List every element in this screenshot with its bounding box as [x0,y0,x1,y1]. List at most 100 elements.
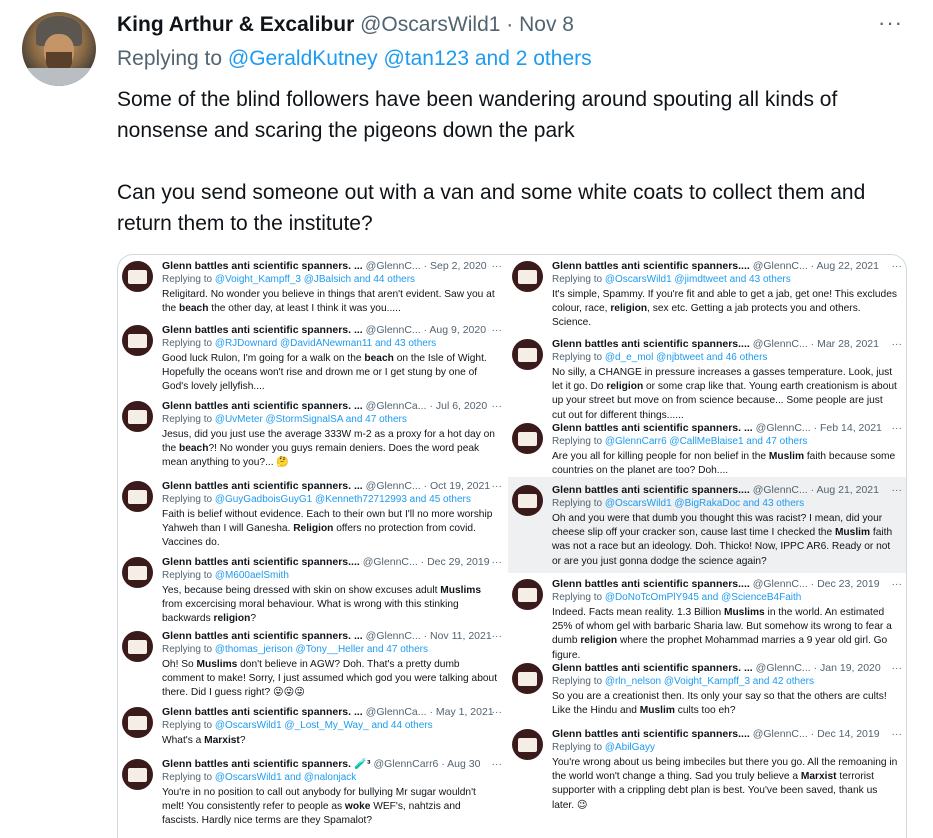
embedded-replying-prefix: Replying to [552,274,605,285]
embedded-tweet-text: It's simple, Spammy. If you're fit and a… [552,289,897,329]
embedded-date: · Aug 21, 2021 [810,484,879,496]
embedded-replying-users: @OscarsWild1 @jimdtweet and 43 others [604,274,791,285]
embedded-header: Glenn battles anti scientific spanners..… [162,555,502,569]
embedded-replying-users: @Voight_Kampff_3 @JBalsich and 44 others [214,274,416,285]
embedded-date: · Feb 14, 2021 [813,422,882,434]
embedded-author-name: Glenn battles anti scientific spanners..… [552,578,750,590]
embedded-handle: @GlennC... [752,260,808,272]
replying-to: Replying to @GeraldKutney @tan123 and 2 … [117,47,592,71]
embedded-replying-prefix: Replying to [552,742,605,753]
embedded-replying-users: @rln_nelson @Voight_Kampff_3 and 42 othe… [604,676,814,687]
embedded-tweet-text: Religitard. No wonder you believe in thi… [162,289,495,315]
embedded-date: · Nov 11, 2021 [423,630,492,642]
embedded-tweet-text: Oh and you were that dumb you thought th… [552,513,893,567]
embedded-handle: @GlennC... [362,556,418,568]
embedded-date: · Oct 19, 2021 [423,480,491,492]
embedded-author-name: Glenn battles anti scientific spanners. … [552,662,753,674]
tweet-date[interactable]: Nov 8 [519,13,574,36]
embedded-header: Glenn battles anti scientific spanners. … [162,757,502,771]
embedded-replying-to: Replying to @DoNoTcOmPlY945 and @Science… [552,591,902,605]
embedded-replying-to: Replying to @rln_nelson @Voight_Kampff_3… [552,675,902,689]
embedded-tweet-text: Oh! So Muslims don't believe in AGW? Doh… [162,659,498,699]
embedded-handle: @GlennC... [365,260,421,272]
embedded-date: · May 1, 2021 [429,706,494,718]
header-separator: · [500,13,520,36]
embedded-author-name: Glenn battles anti scientific spanners..… [552,338,750,350]
embedded-author-name: Glenn battles anti scientific spanners. … [162,480,363,492]
embedded-more-icon: ··· [891,338,903,350]
embedded-replying-to: Replying to @OscarsWild1 @_Lost_My_Way_ … [162,719,502,733]
embedded-tweet-text: What's a Marxist? [162,735,246,746]
embedded-author-name: Glenn battles anti scientific spanners. … [552,422,753,434]
embedded-tweet-text: Indeed. Facts mean reality. 1.3 Billion … [552,607,892,661]
embedded-replying-prefix: Replying to [162,772,215,783]
embedded-more-icon: ··· [491,556,503,568]
embedded-replying-prefix: Replying to [162,720,215,731]
embedded-more-icon: ··· [891,728,903,740]
embedded-handle: @GlennC... [365,480,421,492]
author-handle[interactable]: @OscarsWild1 [360,13,500,36]
embedded-header: Glenn battles anti scientific spanners. … [162,259,502,273]
embedded-date: · Dec 29, 2019 [420,556,490,568]
embedded-replying-to: Replying to @GlennCarr6 @CallMeBlaise1 a… [552,435,902,449]
embedded-header: Glenn battles anti scientific spanners. … [552,421,902,435]
embedded-header: Glenn battles anti scientific spanners..… [552,483,902,497]
embedded-author-name: Glenn battles anti scientific spanners. … [162,400,363,412]
embedded-replying-prefix: Replying to [162,494,215,505]
embedded-replying-prefix: Replying to [552,436,605,447]
embedded-tweet-text: You're in no position to call out anybod… [162,787,476,827]
embedded-replying-prefix: Replying to [162,338,215,349]
embedded-tweet-text: Good luck Rulon, I'm going for a walk on… [162,353,487,393]
embedded-handle: @GlennC... [365,324,421,336]
embedded-more-icon: ··· [491,400,503,412]
embedded-more-icon: ··· [491,630,503,642]
attached-screenshot[interactable]: Glenn battles anti scientific spanners. … [117,254,907,838]
embedded-header: Glenn battles anti scientific spanners. … [162,705,502,719]
embedded-author-name: Glenn battles anti scientific spanners..… [162,556,360,568]
embedded-more-icon: ··· [891,484,903,496]
embedded-tweet-text: Are you all for killing people for non b… [552,451,896,477]
embedded-replying-prefix: Replying to [162,570,215,581]
embedded-more-icon: ··· [891,662,903,674]
embedded-date: · Jul 6, 2020 [429,400,488,412]
embedded-more-icon: ··· [491,706,503,718]
embedded-replying-prefix: Replying to [552,498,605,509]
embedded-replying-to: Replying to @OscarsWild1 @BigRakaDoc and… [552,497,902,511]
embedded-replying-users: @M600aelSmith [214,570,289,581]
replying-others-link[interactable]: and 2 others [469,47,592,70]
more-horizontal-icon[interactable]: ··· [878,10,903,36]
embedded-handle: @GlennC... [752,484,808,496]
embedded-author-name: Glenn battles anti scientific spanners..… [552,260,750,272]
embedded-replying-to: Replying to @d_e_mol @njbtweet and 46 ot… [552,351,902,365]
embedded-author-name: Glenn battles anti scientific spanners. … [162,630,363,642]
embedded-author-name: Glenn battles anti scientific spanners..… [552,484,750,496]
embedded-replying-prefix: Replying to [552,676,605,687]
embedded-replying-to: Replying to @AbilGayy [552,741,902,755]
tweet-avatar[interactable] [22,12,96,86]
embedded-more-icon: ··· [491,758,503,770]
embedded-replying-to: Replying to @thomas_jerison @Tony__Helle… [162,643,502,657]
embedded-tweet-text: Yes, because being dressed with skin on … [162,585,482,625]
embedded-replying-prefix: Replying to [552,592,605,603]
embedded-date: · Aug 9, 2020 [423,324,487,336]
embedded-tweet-text: No silly, a CHANGE in pressure increases… [552,367,897,421]
embedded-replying-prefix: Replying to [162,414,215,425]
embedded-handle: @GlennC... [752,728,808,740]
embedded-header: Glenn battles anti scientific spanners. … [162,629,502,643]
embedded-replying-prefix: Replying to [162,274,215,285]
embedded-avatar [512,485,543,516]
embedded-replying-users: @UvMeter @StormSignalSA and 47 others [214,414,407,425]
embedded-replying-users: @DoNoTcOmPlY945 and @ScienceB4Faith [604,592,802,603]
author-name[interactable]: King Arthur & Excalibur [117,13,354,36]
embedded-avatar [512,663,543,694]
embedded-replying-users: @d_e_mol @njbtweet and 46 others [604,352,768,363]
embedded-tweet-text: You're wrong about us being imbeciles bu… [552,757,898,811]
embedded-more-icon: ··· [491,324,503,336]
embedded-avatar [122,707,153,738]
replying-users-link[interactable]: @GeraldKutney @tan123 [228,47,469,70]
embedded-header: Glenn battles anti scientific spanners. … [162,479,502,493]
embedded-replying-users: @GuyGadboisGuyG1 @Kenneth72712993 and 45… [214,494,471,505]
embedded-replying-users: @RJDownard @DavidANewman11 and 43 others [214,338,437,349]
embedded-avatar [122,759,153,790]
embedded-handle: @GlennC... [365,630,421,642]
